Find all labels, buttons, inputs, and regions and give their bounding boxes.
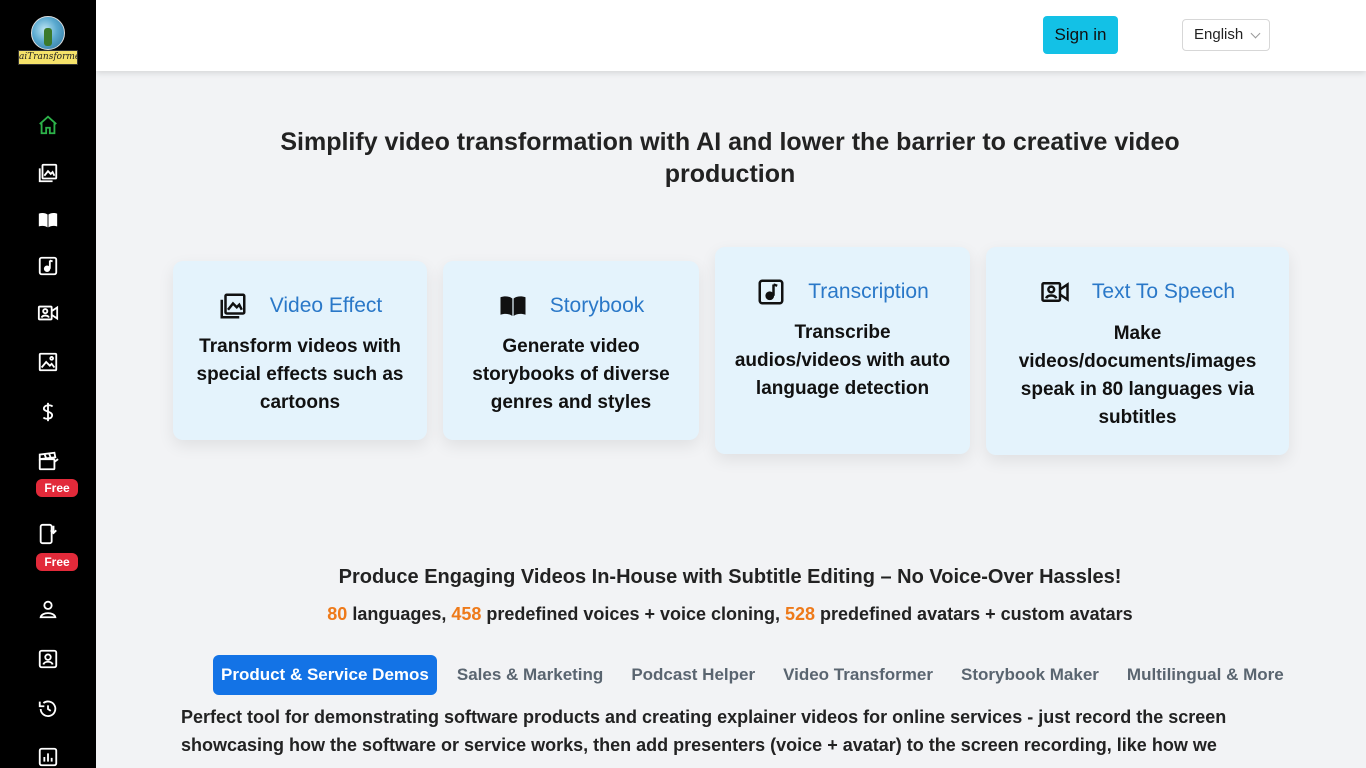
sidebar: aiTransformer Free Free xyxy=(0,0,96,768)
sidebar-item-storybook[interactable] xyxy=(0,209,96,231)
voices-count: 458 xyxy=(451,604,482,624)
sidebar-item-mobile-download[interactable] xyxy=(0,523,96,545)
chart-icon xyxy=(38,747,58,767)
card-storybook[interactable]: Storybook Generate video storybooks of d… xyxy=(443,261,699,440)
sidebar-item-pricing[interactable] xyxy=(0,401,96,423)
card-description: Generate video storybooks of diverse gen… xyxy=(472,336,670,413)
image-icon xyxy=(38,352,58,372)
tab-storybook-maker[interactable]: Storybook Maker xyxy=(953,655,1107,695)
card-description: Transcribe audios/videos with auto langu… xyxy=(734,322,951,399)
card-title: Video Effect xyxy=(269,294,383,317)
sidebar-item-text-to-speech[interactable] xyxy=(0,302,96,324)
sidebar-item-account[interactable] xyxy=(0,598,96,620)
languages-count: 80 xyxy=(327,604,348,624)
book-icon xyxy=(38,212,58,228)
tab-product-service-demos[interactable]: Product & Service Demos xyxy=(213,655,437,695)
section-headline: Produce Engaging Videos In-House with Su… xyxy=(338,566,1122,588)
sidebar-item-home[interactable] xyxy=(0,114,96,136)
tree-icon xyxy=(44,28,52,46)
sign-in-button[interactable]: Sign in xyxy=(1043,16,1118,54)
languages-label: languages, xyxy=(347,604,452,624)
tab-video-transformer[interactable]: Video Transformer xyxy=(775,655,941,695)
tab-podcast-helper[interactable]: Podcast Helper xyxy=(623,655,763,695)
sidebar-item-transcription[interactable] xyxy=(0,255,96,277)
voices-label: predefined voices + voice cloning, xyxy=(481,604,785,624)
language-value: English xyxy=(1194,26,1244,43)
dollar-icon xyxy=(42,402,54,422)
language-select[interactable]: English xyxy=(1182,19,1270,51)
free-badge: Free xyxy=(36,479,78,497)
tab-multilingual-more[interactable]: Multilingual & More xyxy=(1119,655,1292,695)
free-badge: Free xyxy=(36,553,78,571)
music-icon xyxy=(38,256,58,276)
sidebar-item-clapper[interactable] xyxy=(0,450,96,472)
images-icon xyxy=(220,293,246,319)
book-icon xyxy=(500,296,526,316)
card-title: Storybook xyxy=(549,294,645,317)
user-icon xyxy=(39,600,57,619)
music-icon xyxy=(758,279,784,305)
sidebar-item-video-effect[interactable] xyxy=(0,162,96,184)
tab-description: Perfect tool for demonstrating software … xyxy=(181,707,1227,755)
history-icon xyxy=(38,700,57,718)
tab-sales-marketing[interactable]: Sales & Marketing xyxy=(449,655,611,695)
sidebar-item-image[interactable] xyxy=(0,351,96,373)
phone-download-icon xyxy=(39,523,57,545)
stats-line: 80 languages, 458 predefined voices + vo… xyxy=(230,604,1230,625)
card-video-effect[interactable]: Video Effect Transform videos with speci… xyxy=(173,261,427,440)
card-transcription[interactable]: Transcription Transcribe audios/videos w… xyxy=(715,247,970,454)
card-title: Transcription xyxy=(808,280,929,303)
card-description: Make videos/documents/images speak in 80… xyxy=(1018,323,1257,428)
avatars-count: 528 xyxy=(785,604,816,624)
card-title: Text To Speech xyxy=(1091,280,1236,303)
images-icon xyxy=(38,163,58,183)
card-description: Transform videos with special effects su… xyxy=(196,336,404,413)
home-icon xyxy=(39,115,57,135)
clapperboard-icon xyxy=(38,451,59,471)
chevron-down-icon xyxy=(1250,28,1261,39)
sidebar-item-stats[interactable] xyxy=(0,746,96,768)
video-person-icon xyxy=(37,305,59,321)
sidebar-item-history[interactable] xyxy=(0,698,96,720)
video-person-icon xyxy=(1041,282,1069,302)
use-case-tabs: Product & Service Demos Sales & Marketin… xyxy=(213,655,1304,695)
hero-title: Simplify video transformation with AI an… xyxy=(280,128,1180,188)
sidebar-item-profile[interactable] xyxy=(0,648,96,670)
card-text-to-speech[interactable]: Text To Speech Make videos/documents/ima… xyxy=(986,247,1289,455)
brand-logo[interactable]: aiTransformer xyxy=(18,16,78,66)
user-badge-icon xyxy=(38,649,58,669)
top-header: Sign in English xyxy=(96,0,1366,71)
logo-text: aiTransformer xyxy=(18,50,78,65)
avatars-label: predefined avatars + custom avatars xyxy=(815,604,1133,624)
